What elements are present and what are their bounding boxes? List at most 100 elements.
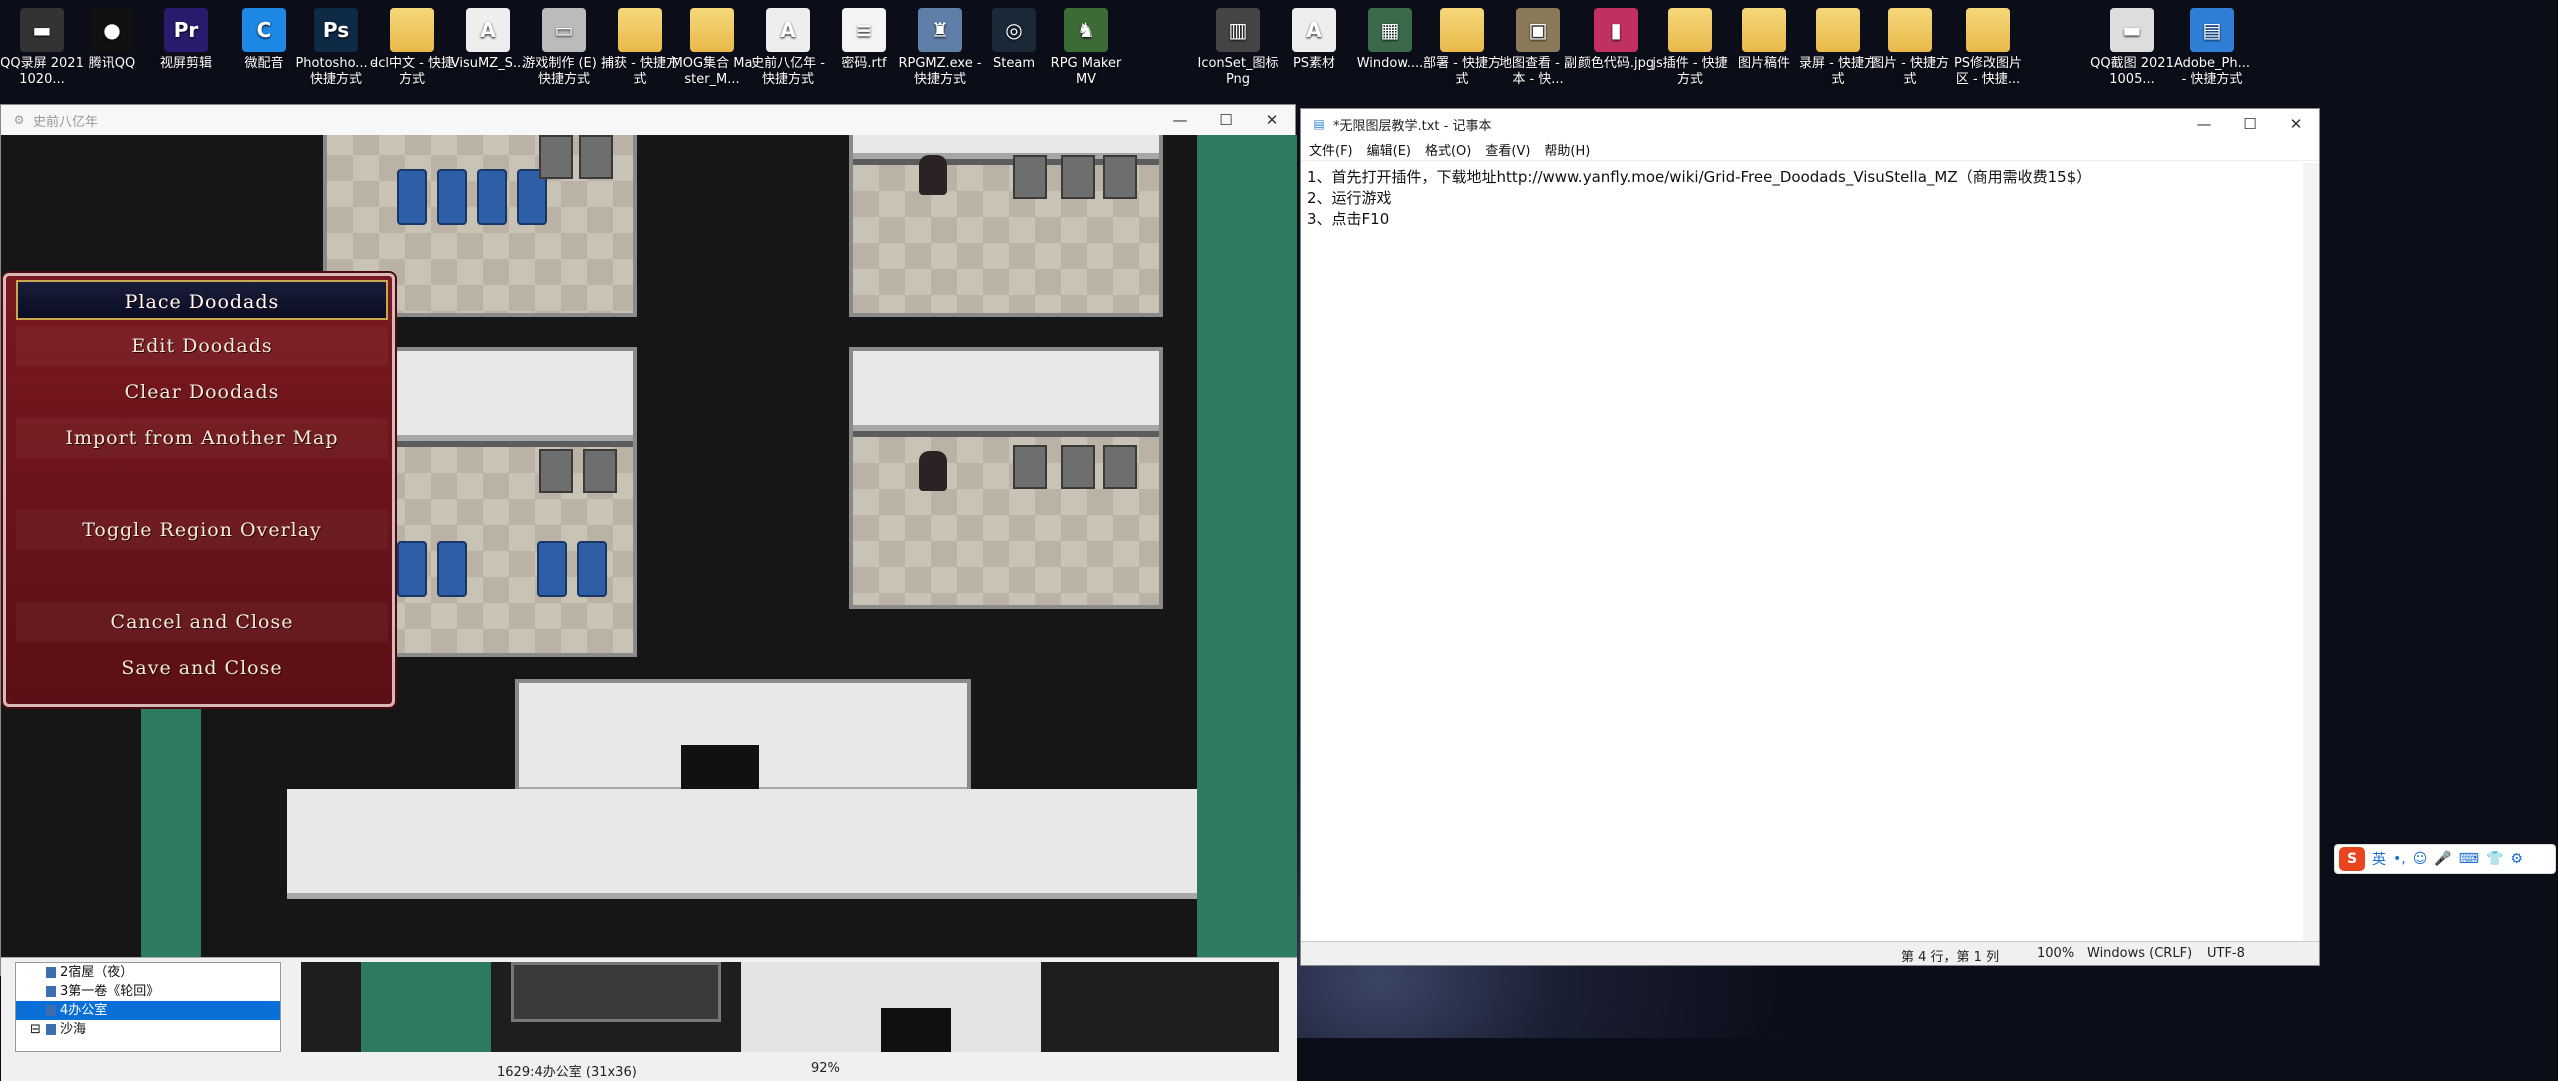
desktop-app-icon: A xyxy=(1292,8,1336,52)
desktop-icon[interactable]: A PS素材 xyxy=(1272,2,1356,90)
map-tree-item[interactable]: ⊟ 沙海 xyxy=(16,1020,280,1039)
notepad-menu-item[interactable]: 查看(V) xyxy=(1485,140,1530,159)
close-button[interactable]: ✕ xyxy=(1249,105,1295,135)
game-window-title: 史前八亿年 xyxy=(33,114,99,130)
desktop-app-icon xyxy=(1440,8,1484,52)
map-tree-item[interactable]: 3第一卷《轮回》 xyxy=(16,982,280,1001)
desktop-icon[interactable]: A VisuMZ_S... xyxy=(446,2,530,90)
settings-icon[interactable]: ⚙ xyxy=(2510,851,2523,867)
desktop-icon[interactable]: ♜ RPGMZ.exe - 快捷方式 xyxy=(898,2,982,90)
notepad-titlebar[interactable]: ▤ *无限图层教学.txt - 记事本 — ☐ ✕ xyxy=(1301,109,2319,139)
desktop-icon[interactable]: ▥ IconSet_图标 Png xyxy=(1196,2,1280,90)
editor-panel: 2宿屋（夜） 3第一卷《轮回》 4办公室 ⊟ 沙海 1629:4办公室 (31x36) … xyxy=(1,957,1297,1081)
desktop-app-icon: ◎ xyxy=(992,8,1036,52)
notepad-line: 1、首先打开插件，下载地址http://www.yanfly.moe/wiki/… xyxy=(1307,168,2092,186)
desktop-app-icon: ▭ xyxy=(542,8,586,52)
zoom-level: 92% xyxy=(811,1061,840,1076)
desktop-app-icon: ♜ xyxy=(918,8,962,52)
doodad-menu-item[interactable]: Save and Close xyxy=(16,648,388,688)
doodad-menu-item xyxy=(16,464,388,504)
game-window-titlebar[interactable]: ⚙ 史前八亿年 — ☐ ✕ xyxy=(1,105,1295,135)
desktop-icon-label: IconSet_图标 Png xyxy=(1197,56,1279,87)
desktop-icon-label: 密码.rtf xyxy=(841,56,887,71)
desktop-icon[interactable]: ▭ 游戏制作 (E) - 快捷方式 xyxy=(522,2,606,90)
map-room xyxy=(849,135,1163,317)
desktop-icon[interactable]: A 史前八亿年 - 快捷方式 xyxy=(746,2,830,90)
desktop-app-icon: A xyxy=(466,8,510,52)
punctuation-icon[interactable]: •, xyxy=(2393,851,2406,867)
game-canvas[interactable]: Place Doodads Edit Doodads Clear Doodads Im… xyxy=(1,135,1297,957)
desktop-icon[interactable]: ▬ QQ截图 20211005... xyxy=(2090,2,2174,90)
notepad-status-bar: 第 4 行，第 1 列 100% Windows (CRLF) UTF-8 xyxy=(1301,941,2319,965)
ime-toolbar[interactable]: S 英 •, ☺ 🎤 ⌨ 👕 ⚙ xyxy=(2334,844,2556,874)
map-walkway xyxy=(1197,135,1297,957)
close-button[interactable]: ✕ xyxy=(2273,109,2319,139)
minimize-button[interactable]: — xyxy=(2181,109,2227,139)
desktop-icon-label: 视屏剪辑 xyxy=(159,56,212,71)
desktop-icon-label: 史前八亿年 - 快捷方式 xyxy=(751,56,825,87)
doodad-menu-item[interactable]: Toggle Region Overlay xyxy=(16,510,388,550)
skin-icon[interactable]: 👕 xyxy=(2486,851,2503,867)
doodad-menu-item[interactable]: Edit Doodads xyxy=(16,326,388,366)
editor-status-bar: 1629:4办公室 (31x36) 92% xyxy=(1,1058,1297,1080)
desktop-icon-label: MOG集合 Master_M... xyxy=(671,56,753,87)
desktop-icon[interactable]: dcl中文 - 快捷方式 xyxy=(370,2,454,90)
map-tree-item[interactable]: 2宿屋（夜） xyxy=(16,963,280,982)
minimize-button[interactable]: — xyxy=(1157,105,1203,135)
desktop-icon[interactable]: ▮ 颜色代码.jpg xyxy=(1574,2,1658,90)
map-lower-wall xyxy=(287,789,1197,899)
desktop-app-icon xyxy=(618,8,662,52)
desktop-app-icon: ♞ xyxy=(1064,8,1108,52)
line-endings: Windows (CRLF) xyxy=(2087,946,2193,961)
desktop-icon[interactable]: MOG集合 Master_M... xyxy=(670,2,754,90)
desktop-icon[interactable]: ● 腾讯QQ xyxy=(70,2,154,90)
desktop-icon[interactable]: PS修改图片 区 - 快捷... xyxy=(1946,2,2030,90)
notepad-zoom: 100% xyxy=(2037,946,2075,961)
keyboard-icon[interactable]: ⌨ xyxy=(2459,851,2479,867)
doodad-menu-item[interactable]: Clear Doodads xyxy=(16,372,388,412)
desktop-icon-label: RPG Maker MV xyxy=(1050,56,1122,87)
desktop-icon[interactable]: 部署 - 快捷方式 xyxy=(1420,2,1504,90)
map-preview[interactable] xyxy=(301,962,1279,1052)
desktop-icon[interactable]: Pr 视屏剪辑 xyxy=(144,2,228,90)
ime-language-toggle[interactable]: 英 xyxy=(2372,849,2386,869)
desktop-icon[interactable]: ♞ RPG Maker MV xyxy=(1044,2,1128,90)
doodad-menu-item[interactable]: Place Doodads xyxy=(16,280,388,320)
notepad-window: ▤ *无限图层教学.txt - 记事本 — ☐ ✕ 文件(F) 编辑(E) 格式(O… xyxy=(1300,108,2320,966)
desktop-icon-label: 图片稿件 xyxy=(1737,56,1790,71)
desktop-icon[interactable]: ▤ Adobe_Ph... - 快捷方式 xyxy=(2170,2,2254,90)
notepad-scrollbar[interactable] xyxy=(2303,163,2319,941)
encoding: UTF-8 xyxy=(2207,946,2245,961)
cursor-position: 第 4 行，第 1 列 xyxy=(1901,950,2000,965)
doodad-menu-item[interactable]: Import from Another Map xyxy=(16,418,388,458)
doodad-menu-item[interactable]: Cancel and Close xyxy=(16,602,388,642)
maximize-button[interactable]: ☐ xyxy=(1203,105,1249,135)
notepad-menu-item[interactable]: 帮助(H) xyxy=(1544,140,1590,159)
notepad-menu-item[interactable]: 编辑(E) xyxy=(1367,140,1411,159)
desktop-app-icon xyxy=(1816,8,1860,52)
desktop-app-icon xyxy=(1668,8,1712,52)
desktop-icon[interactable]: Ps Photosho... - 快捷方式 xyxy=(294,2,378,90)
notepad-menu-item[interactable]: 格式(O) xyxy=(1425,140,1471,159)
notepad-line: 2、运行游戏 xyxy=(1307,189,1392,207)
desktop-icon[interactable]: ≡ 密码.rtf xyxy=(822,2,906,90)
map-tree-label: 4办公室 xyxy=(60,1003,108,1018)
desktop-icon-label: Photosho... - 快捷方式 xyxy=(295,56,377,87)
desktop-icon-label: 游戏制作 (E) - 快捷方式 xyxy=(522,56,606,87)
map-tree-item[interactable]: 4办公室 xyxy=(16,1001,280,1020)
map-tree-label: 沙海 xyxy=(60,1022,87,1037)
map-tree[interactable]: 2宿屋（夜） 3第一卷《轮回》 4办公室 ⊟ 沙海 xyxy=(15,962,281,1052)
notepad-text-area[interactable]: 1、首先打开插件，下载地址http://www.yanfly.moe/wiki/… xyxy=(1301,163,2301,931)
desktop-app-icon: ▤ xyxy=(2190,8,2234,52)
emoji-icon[interactable]: ☺ xyxy=(2413,851,2428,867)
notepad-menu-item[interactable]: 文件(F) xyxy=(1309,140,1353,159)
desktop-app-icon: Pr xyxy=(164,8,208,52)
desktop-icon[interactable]: ▣ 地图查看 - 副本 - 快... xyxy=(1496,2,1580,90)
maximize-button[interactable]: ☐ xyxy=(2227,109,2273,139)
voice-icon[interactable]: 🎤 xyxy=(2434,851,2451,867)
tree-collapse-icon[interactable]: ⊟ xyxy=(30,1020,41,1039)
desktop-icon[interactable]: 图片 - 快捷方式 xyxy=(1868,2,1952,90)
map-room xyxy=(849,347,1163,609)
desktop-icon[interactable]: js插件 - 快捷方式 xyxy=(1648,2,1732,90)
desktop-icon[interactable]: 图片稿件 xyxy=(1722,2,1806,90)
